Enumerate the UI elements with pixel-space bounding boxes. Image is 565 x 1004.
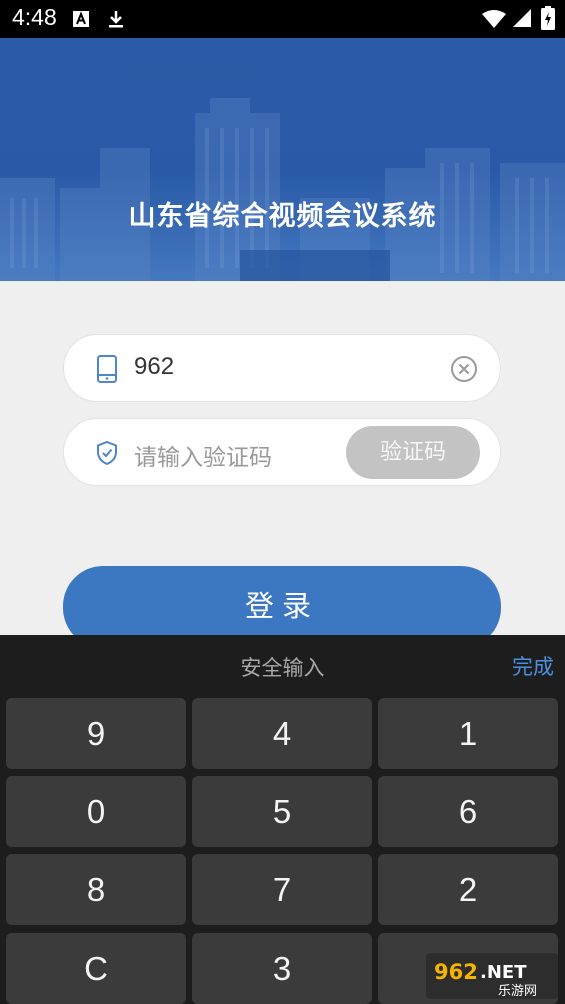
key-1[interactable]: 1 — [378, 698, 558, 769]
svg-text:乐游网: 乐游网 — [498, 984, 537, 999]
key-5[interactable]: 5 — [192, 776, 372, 847]
key-8[interactable]: 8 — [6, 854, 186, 925]
header-banner: 山东省综合视频会议系统 — [0, 38, 565, 281]
wifi-icon — [482, 10, 506, 28]
verification-code-input[interactable]: 请输入验证码 — [134, 438, 272, 472]
status-time: 4:48 — [12, 4, 57, 30]
key-7[interactable]: 7 — [192, 854, 372, 925]
secure-keyboard: 安全输入 完成 9 4 1 0 5 6 8 7 2 C 3 — [0, 635, 565, 1004]
key-clear[interactable]: C — [6, 933, 186, 1004]
clear-icon[interactable] — [450, 355, 478, 383]
key-9[interactable]: 9 — [6, 698, 186, 769]
status-bar: 4:48 — [0, 0, 565, 38]
phone-field[interactable]: 962 — [63, 334, 501, 402]
keyboard-title: 安全输入 — [240, 656, 325, 680]
text-a-icon — [73, 11, 89, 27]
svg-text:962: 962 — [434, 960, 478, 984]
key-4[interactable]: 4 — [192, 698, 372, 769]
key-2[interactable]: 2 — [378, 854, 558, 925]
phone-input[interactable]: 962 — [134, 353, 174, 381]
phone-icon — [97, 355, 117, 383]
key-3[interactable]: 3 — [192, 933, 372, 1004]
key-0[interactable]: 0 — [6, 776, 186, 847]
verification-code-field[interactable]: 请输入验证码 验证码 — [63, 418, 501, 486]
shield-icon — [97, 440, 117, 466]
key-6[interactable]: 6 — [378, 776, 558, 847]
get-code-button[interactable]: 验证码 — [346, 426, 480, 479]
site-watermark-logo: 962 .NET 乐游网 — [426, 953, 558, 999]
download-icon — [109, 11, 123, 28]
app-title: 山东省综合视频会议系统 — [128, 201, 437, 232]
done-button[interactable]: 完成 — [512, 651, 554, 681]
city-skyline-illustration — [0, 98, 565, 281]
battery-icon — [541, 6, 555, 30]
svg-text:.NET: .NET — [480, 962, 527, 983]
signal-icon — [513, 9, 531, 27]
